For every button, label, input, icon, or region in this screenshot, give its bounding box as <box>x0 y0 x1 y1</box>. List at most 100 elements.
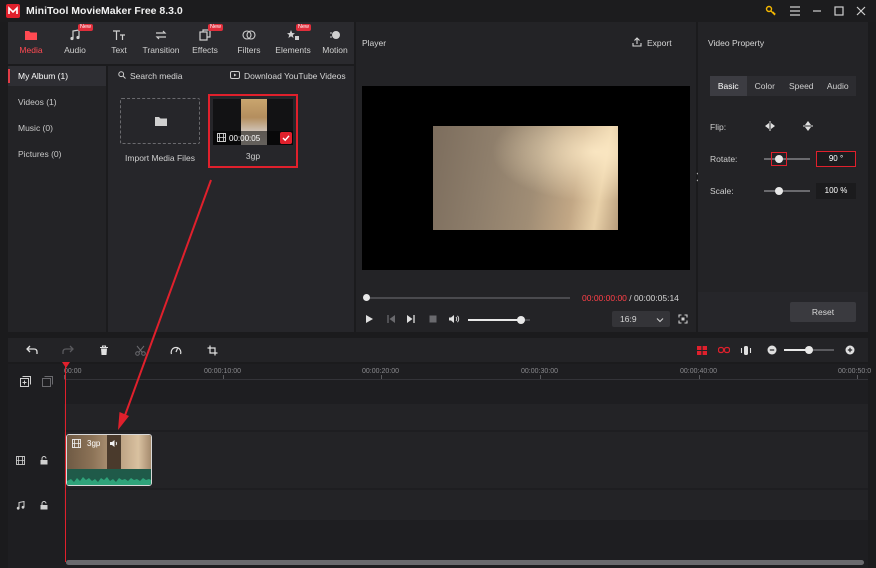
tick-label: 00:00 <box>64 368 82 375</box>
video-track[interactable] <box>64 432 868 488</box>
fullscreen-icon[interactable] <box>678 314 688 326</box>
sidebar-item-my-album[interactable]: My Album (1) <box>8 66 106 86</box>
import-media-button[interactable] <box>120 98 200 144</box>
audio-track[interactable] <box>64 490 868 520</box>
check-icon[interactable] <box>280 132 292 144</box>
volume-icon[interactable] <box>448 314 460 326</box>
folder-icon <box>10 28 52 42</box>
add-track-icon[interactable] <box>20 376 31 389</box>
zoom-in-icon[interactable] <box>842 342 858 358</box>
menu-icon[interactable] <box>786 3 804 19</box>
property-tabs: Basic Color Speed Audio <box>710 76 856 96</box>
tab-label: Transition <box>142 45 180 55</box>
rotate-knob[interactable] <box>775 155 783 163</box>
audio-track-lock-icon[interactable] <box>40 501 48 512</box>
tab-label: Motion <box>322 45 348 55</box>
zoom-knob[interactable] <box>805 346 813 354</box>
volume-slider[interactable] <box>468 316 530 324</box>
previous-frame-icon[interactable] <box>386 314 396 326</box>
progress-track[interactable] <box>362 294 570 301</box>
tab-label: Elements <box>275 45 311 55</box>
tab-audio-prop[interactable]: Audio <box>820 76 857 96</box>
crop-icon[interactable] <box>204 342 220 358</box>
clip-name: 3gp <box>245 151 261 161</box>
next-frame-icon[interactable] <box>406 314 416 326</box>
progress-knob[interactable] <box>362 294 370 301</box>
tick-label: 00:00:10:00 <box>204 368 241 375</box>
player-panel: Player Export 00:00:00:00 / 00:00:05:14 … <box>356 22 702 332</box>
album-sidebar: My Album (1) Videos (1) Music (0) Pictur… <box>8 66 106 332</box>
clip-duration: 00:00:05 <box>229 134 261 143</box>
export-icon <box>632 37 642 49</box>
timeline-scrollbar[interactable] <box>66 560 864 565</box>
play-icon[interactable] <box>364 314 374 326</box>
tab-transition[interactable]: Transition <box>140 28 182 55</box>
timeline-scroll-thumb[interactable] <box>66 560 864 565</box>
tab-filters[interactable]: Filters <box>228 28 270 55</box>
audio-mixer-icon[interactable] <box>738 342 754 358</box>
aspect-ratio-select[interactable]: 16:9 <box>612 311 670 327</box>
tick-label: 00:00:50:0 <box>838 368 872 375</box>
rotate-value-input[interactable]: 90 ° <box>816 151 856 167</box>
zoom-out-icon[interactable] <box>764 342 780 358</box>
reset-button[interactable]: Reset <box>790 302 856 322</box>
media-clip-3gp[interactable]: 00:00:05 3gp <box>208 94 298 168</box>
flip-label: Flip: <box>710 122 727 132</box>
video-track-lock-icon[interactable] <box>40 456 48 467</box>
zoom-slider[interactable] <box>784 346 834 354</box>
close-icon[interactable] <box>852 3 870 19</box>
speaker-icon <box>109 439 119 450</box>
sidebar-item-videos[interactable]: Videos (1) <box>8 92 106 112</box>
time-ruler[interactable]: 00:00 00:00:10:00 00:00:20:00 00:00:30:0… <box>64 364 872 380</box>
minimize-icon[interactable] <box>808 3 826 19</box>
playhead[interactable] <box>65 366 66 562</box>
volume-fill <box>468 319 521 321</box>
tick-label: 00:00:30:00 <box>521 368 558 375</box>
rotate-label: Rotate: <box>710 154 738 164</box>
export-button[interactable]: Export <box>632 37 672 49</box>
download-icon <box>230 71 240 81</box>
sidebar-item-music[interactable]: Music (0) <box>8 118 106 138</box>
remove-track-icon[interactable] <box>42 376 53 389</box>
undo-icon[interactable] <box>24 342 40 358</box>
speed-icon[interactable] <box>168 342 184 358</box>
time-readout: 00:00:00:00 / 00:00:05:14 <box>582 293 679 303</box>
flip-vertical-icon[interactable] <box>802 120 814 134</box>
delete-icon[interactable] <box>96 342 112 358</box>
link-icon[interactable] <box>716 342 732 358</box>
tick-label: 00:00:20:00 <box>362 368 399 375</box>
stop-icon[interactable] <box>428 314 438 326</box>
tab-color[interactable]: Color <box>747 76 784 96</box>
flip-horizontal-icon[interactable] <box>764 120 776 134</box>
tab-basic[interactable]: Basic <box>710 76 747 96</box>
redo-icon[interactable] <box>60 342 76 358</box>
download-youtube-button[interactable]: Download YouTube Videos <box>230 71 346 81</box>
snap-icon[interactable] <box>694 342 710 358</box>
tab-speed[interactable]: Speed <box>783 76 820 96</box>
sidebar-item-pictures[interactable]: Pictures (0) <box>8 144 106 164</box>
timeline-toolbar <box>8 338 868 362</box>
aspect-ratio-value: 16:9 <box>620 314 637 324</box>
timeline-clip-3gp[interactable]: 3gp <box>66 434 152 486</box>
key-icon[interactable] <box>762 3 780 19</box>
scale-value-input[interactable]: 100 % <box>816 183 856 199</box>
tab-text[interactable]: Text <box>98 28 140 55</box>
export-label: Export <box>647 38 672 48</box>
search-media-button[interactable]: Search media <box>118 71 182 81</box>
split-scissors-icon[interactable] <box>132 342 148 358</box>
total-time: 00:00:05:14 <box>634 293 679 303</box>
playhead-handle[interactable] <box>62 362 70 368</box>
audio-waveform <box>67 469 151 485</box>
volume-knob[interactable] <box>516 316 525 324</box>
tab-motion[interactable]: Motion <box>314 28 356 55</box>
scale-slider[interactable] <box>764 190 810 192</box>
tab-elements[interactable]: New Elements <box>272 24 314 55</box>
tab-media[interactable]: Media <box>10 28 52 55</box>
new-badge: New <box>296 24 312 31</box>
scale-knob[interactable] <box>775 187 783 195</box>
video-preview[interactable] <box>362 86 690 270</box>
maximize-icon[interactable] <box>830 3 848 19</box>
tab-audio[interactable]: New Audio <box>54 24 96 55</box>
download-label: Download YouTube Videos <box>244 71 346 81</box>
tab-effects[interactable]: New Effects <box>184 24 226 55</box>
